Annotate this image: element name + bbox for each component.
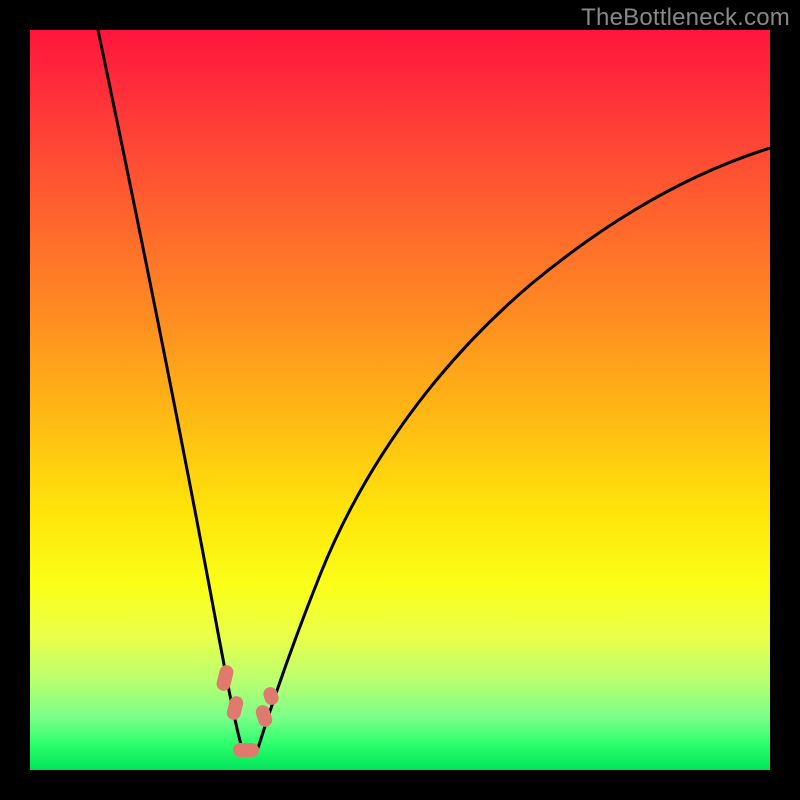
marker-2 [225, 695, 244, 722]
curve-svg [30, 30, 770, 770]
marker-3 [233, 743, 259, 757]
watermark-text: TheBottleneck.com [581, 4, 790, 32]
curve-right-branch [258, 148, 770, 748]
marker-1 [215, 664, 235, 693]
curve-left-branch [98, 30, 242, 748]
plot-area [30, 30, 770, 770]
